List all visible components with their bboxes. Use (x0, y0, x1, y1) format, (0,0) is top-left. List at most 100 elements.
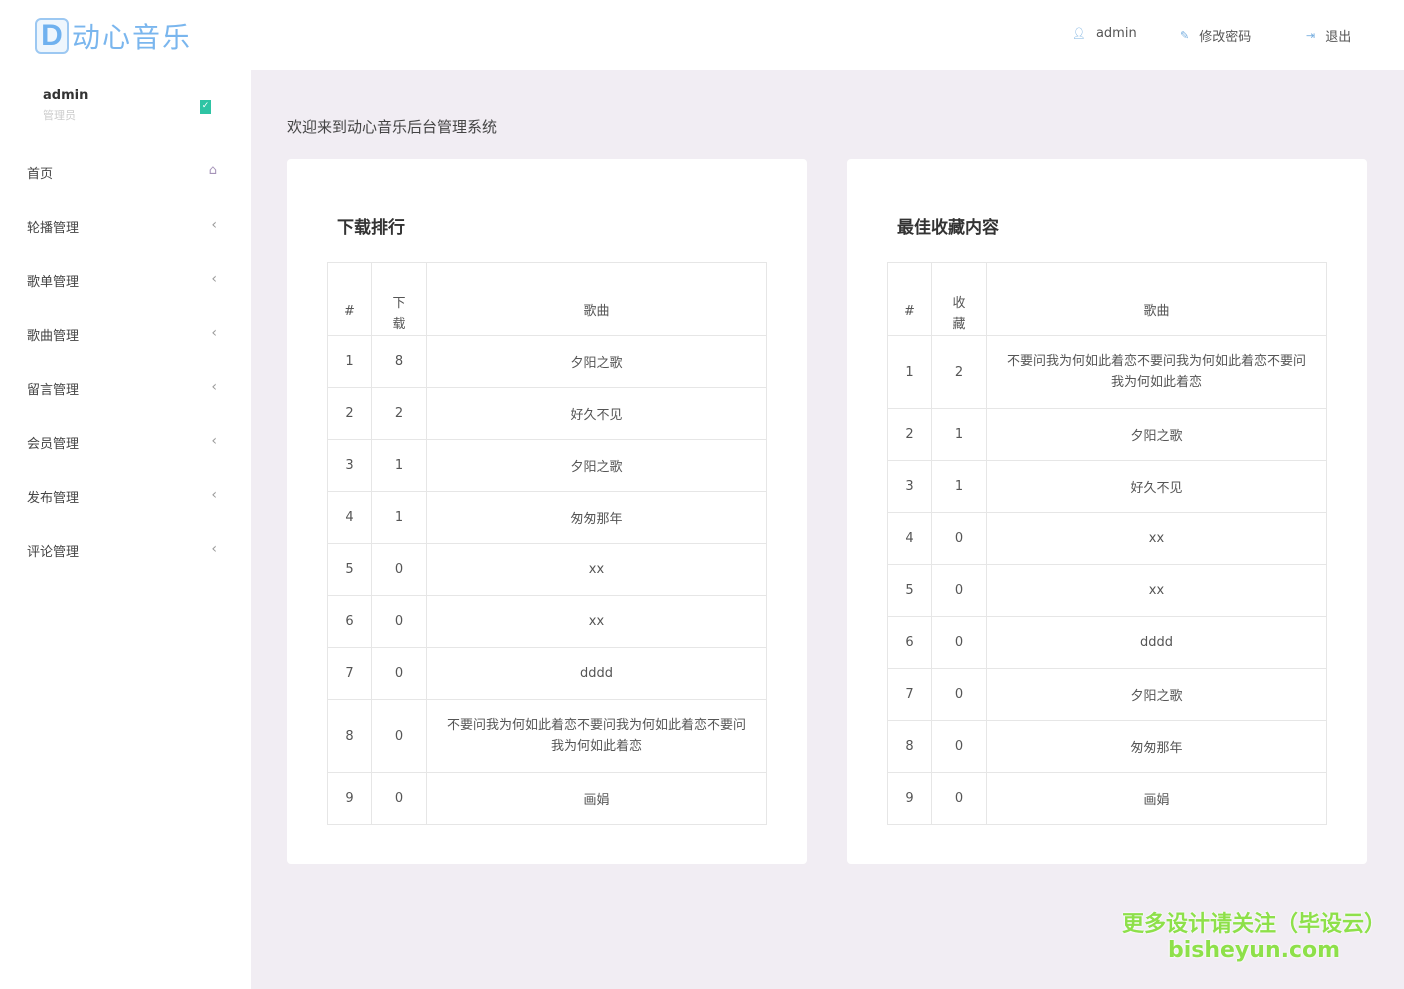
watermark: 更多设计请关注（毕设云） bisheyun.com (1122, 912, 1386, 964)
column-header: 收藏 (932, 263, 987, 336)
table-cell: 1 (932, 409, 987, 461)
table-cell: 5 (328, 544, 372, 596)
table-cell: 0 (932, 565, 987, 617)
table-cell: 画娟 (987, 773, 1327, 825)
chevron-left-icon: ‹ (211, 325, 217, 344)
sidebar-item[interactable]: 发布管理‹ (27, 487, 217, 506)
sidebar-item[interactable]: 首页⌂ (27, 163, 217, 182)
download-ranking-table: #下载歌曲18夕阳之歌22好久不见31夕阳之歌41匆匆那年50xx60xx70d… (327, 262, 767, 825)
sidebar: admin 管理员 ✓ 首页⌂轮播管理‹歌单管理‹歌曲管理‹留言管理‹会员管理‹… (0, 70, 251, 989)
table-cell: 2 (372, 388, 427, 440)
change-password-label: 修改密码 (1199, 26, 1251, 45)
table-cell: 2 (932, 336, 987, 409)
sidebar-item-label: 歌曲管理 (27, 325, 79, 344)
table-cell: 不要问我为何如此着恋不要问我为何如此着恋不要问我为何如此着恋 (987, 336, 1327, 409)
table-cell: 0 (932, 773, 987, 825)
table-cell: 4 (888, 513, 932, 565)
sidebar-item-label: 评论管理 (27, 541, 79, 560)
table-cell: xx (427, 544, 767, 596)
user-name: admin (1096, 26, 1137, 41)
logo[interactable]: D 动心音乐 (35, 16, 192, 56)
table-row: 41匆匆那年 (328, 492, 767, 544)
table-cell: 好久不见 (987, 461, 1327, 513)
sidebar-item[interactable]: 评论管理 ‹ (27, 541, 217, 560)
table-cell: 夕阳之歌 (987, 409, 1327, 461)
chevron-left-icon: ‹ (211, 271, 217, 290)
card-title: 下载排行 (337, 213, 405, 238)
table-cell: 夕阳之歌 (427, 440, 767, 492)
sidebar-item[interactable]: 留言管理 ‹ (27, 379, 217, 398)
table-cell: 画娟 (427, 773, 767, 825)
table-cell: 3 (888, 461, 932, 513)
table-cell: 8 (328, 700, 372, 773)
table-header-row: #收藏歌曲 (888, 263, 1327, 336)
table-row: 31好久不见 (888, 461, 1327, 513)
download-ranking-card: 下载排行 #下载歌曲18夕阳之歌22好久不见31夕阳之歌41匆匆那年50xx60… (287, 159, 807, 864)
table-cell: 1 (372, 492, 427, 544)
sidebar-item-label: 发布管理 (27, 487, 79, 506)
chevron-left-icon: ‹ (211, 541, 217, 560)
table-row: 90画娟 (328, 773, 767, 825)
table-cell: 4 (328, 492, 372, 544)
table-cell: 8 (888, 721, 932, 773)
change-password-link[interactable]: ✎ 修改密码 (1180, 26, 1251, 45)
table-cell: 好久不见 (427, 388, 767, 440)
table-cell: 匆匆那年 (427, 492, 767, 544)
user-panel: admin 管理员 (43, 88, 88, 123)
favorites-table: #收藏歌曲12不要问我为何如此着恋不要问我为何如此着恋不要问我为何如此着恋21夕… (887, 262, 1327, 825)
table-cell: 0 (932, 617, 987, 669)
logo-text: 动心音乐 (72, 16, 192, 56)
table-cell: 1 (932, 461, 987, 513)
user-link[interactable]: 👤︎ admin (1072, 26, 1137, 41)
column-header: 下载 (372, 263, 427, 336)
table-cell: 不要问我为何如此着恋不要问我为何如此着恋不要问我为何如此着恋 (427, 700, 767, 773)
table-row: 18夕阳之歌 (328, 336, 767, 388)
logout-icon: ⇥ (1306, 29, 1315, 42)
table-header-row: #下载歌曲 (328, 263, 767, 336)
table-row: 21夕阳之歌 (888, 409, 1327, 461)
table-cell: 9 (328, 773, 372, 825)
top-header: D 动心音乐 👤︎ admin ✎ 修改密码 ⇥ 退出 (0, 0, 1404, 70)
logo-mark: D (35, 18, 69, 54)
chevron-left-icon: ‹ (211, 433, 217, 452)
table-row: 60dddd (888, 617, 1327, 669)
table-cell: 夕阳之歌 (987, 669, 1327, 721)
column-header: 歌曲 (427, 263, 767, 336)
sidebar-item[interactable]: 会员管理‹ (27, 433, 217, 452)
logout-link[interactable]: ⇥ 退出 (1306, 26, 1351, 45)
sidebar-item[interactable]: 歌曲管理 ‹ (27, 325, 217, 344)
table-cell: 匆匆那年 (987, 721, 1327, 773)
table-cell: 2 (328, 388, 372, 440)
table-row: 40xx (888, 513, 1327, 565)
sidebar-item-label: 留言管理 (27, 379, 79, 398)
table-cell: 0 (372, 773, 427, 825)
sidebar-item[interactable]: 轮播管理‹ (27, 217, 217, 236)
table-row: 80不要问我为何如此着恋不要问我为何如此着恋不要问我为何如此着恋 (328, 700, 767, 773)
table-cell: 2 (888, 409, 932, 461)
table-cell: 0 (372, 596, 427, 648)
table-cell: 3 (328, 440, 372, 492)
user-icon: 👤︎ (1072, 27, 1086, 40)
table-cell: 夕阳之歌 (427, 336, 767, 388)
table-cell: 0 (372, 544, 427, 596)
watermark-line1: 更多设计请关注（毕设云） (1122, 912, 1386, 938)
table-row: 70dddd (328, 648, 767, 700)
table-cell: xx (987, 513, 1327, 565)
column-header: 歌曲 (987, 263, 1327, 336)
table-cell: dddd (427, 648, 767, 700)
edit-icon: ✎ (1180, 29, 1189, 42)
welcome-text: 欢迎来到动心音乐后台管理系统 (287, 116, 497, 137)
watermark-line2: bisheyun.com (1122, 938, 1386, 964)
column-header: # (888, 263, 932, 336)
table-row: 50xx (328, 544, 767, 596)
logout-label: 退出 (1325, 26, 1351, 45)
table-cell: 0 (372, 648, 427, 700)
table-row: 60xx (328, 596, 767, 648)
table-cell: dddd (987, 617, 1327, 669)
table-row: 22好久不见 (328, 388, 767, 440)
table-cell: 5 (888, 565, 932, 617)
chevron-left-icon: ‹ (211, 379, 217, 398)
bookmark-check-icon: ✓ (200, 100, 211, 114)
table-cell: 0 (932, 721, 987, 773)
sidebar-item[interactable]: 歌单管理‹ (27, 271, 217, 290)
